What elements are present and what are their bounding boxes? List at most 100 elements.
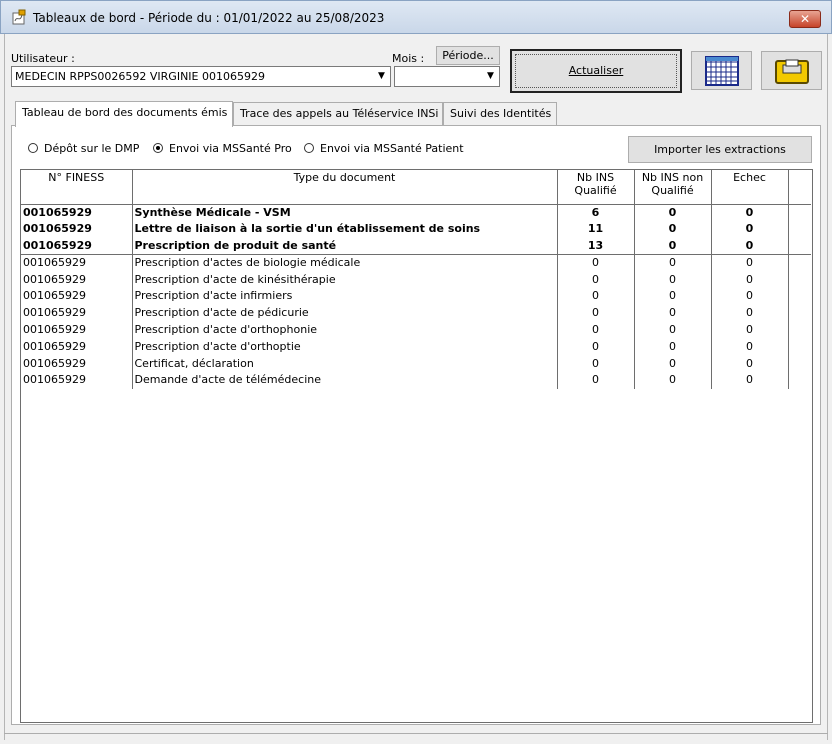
cell-echec: 0 xyxy=(711,271,789,288)
cell-echec: 0 xyxy=(711,304,789,322)
cell-ins-qualifie: 0 xyxy=(557,253,635,272)
cell-ins-qualifie: 6 xyxy=(557,204,635,221)
tab-documents-emis[interactable]: Tableau de bord des documents émis xyxy=(15,101,233,127)
cell-ins-non-qualifie: 0 xyxy=(634,204,712,221)
cell-finess: 001065929 xyxy=(21,287,133,305)
cell-filler xyxy=(788,288,811,305)
cell-ins-non-qualifie: 0 xyxy=(634,304,712,322)
cell-filler xyxy=(788,305,811,322)
cell-filler xyxy=(788,372,811,389)
radio-mssante-patient[interactable]: Envoi via MSSanté Patient xyxy=(304,142,464,155)
table-row[interactable]: 001065929 Prescription d'acte de pédicuri… xyxy=(21,304,811,322)
cell-ins-qualifie: 0 xyxy=(557,355,635,372)
table-row[interactable]: 001065929 Synthèse Médicale - VSM 6 0 0 xyxy=(21,204,811,221)
column-header-filler xyxy=(788,170,811,205)
cell-ins-non-qualifie: 0 xyxy=(634,371,712,389)
cell-document-type: Prescription d'acte infirmiers xyxy=(132,287,558,305)
table-row[interactable]: 001065929 Prescription d'acte infirmiers 0… xyxy=(21,287,811,305)
folder-button[interactable] xyxy=(761,51,822,90)
cell-echec: 0 xyxy=(711,287,789,305)
cell-ins-qualifie: 0 xyxy=(557,371,635,389)
radio-mssante-pro[interactable]: Envoi via MSSanté Pro xyxy=(153,142,292,155)
cell-echec: 0 xyxy=(711,371,789,389)
radio-label: Envoi via MSSanté Pro xyxy=(169,142,292,155)
radio-checked-icon xyxy=(153,143,163,153)
close-icon: ✕ xyxy=(799,12,811,26)
cell-ins-qualifie: 11 xyxy=(557,220,635,238)
cell-ins-qualifie: 0 xyxy=(557,321,635,339)
cell-echec: 0 xyxy=(711,355,789,372)
month-label: Mois : xyxy=(392,52,425,65)
cell-document-type: Prescription de produit de santé xyxy=(132,237,558,255)
column-header-type[interactable]: Type du document xyxy=(132,170,558,205)
cell-document-type: Prescription d'acte de pédicurie xyxy=(132,304,558,322)
tab-suivi-identites[interactable]: Suivi des Identités xyxy=(443,102,557,126)
window-title: Tableaux de bord - Période du : 01/01/20… xyxy=(33,11,385,25)
user-label: Utilisateur : xyxy=(11,52,75,65)
cell-finess: 001065929 xyxy=(21,204,133,221)
cell-ins-non-qualifie: 0 xyxy=(634,271,712,288)
column-header-finess[interactable]: N° FINESS xyxy=(21,170,133,205)
cell-document-type: Demande d'acte de télémédecine xyxy=(132,371,558,389)
period-button[interactable]: Période... xyxy=(436,46,500,65)
cell-finess: 001065929 xyxy=(21,321,133,339)
cell-echec: 0 xyxy=(711,338,789,356)
documents-table: N° FINESS Type du document Nb INS Qualif… xyxy=(20,169,813,723)
cell-ins-qualifie: 13 xyxy=(557,237,635,255)
cell-finess: 001065929 xyxy=(21,371,133,389)
table-row[interactable]: 001065929 Prescription de produit de sant… xyxy=(21,237,811,255)
column-header-ins-qualifie[interactable]: Nb INS Qualifié xyxy=(557,170,635,205)
title-bar: Tableaux de bord - Période du : 01/01/20… xyxy=(0,0,832,34)
table-header-row: N° FINESS Type du document Nb INS Qualif… xyxy=(21,170,811,205)
app-icon xyxy=(10,9,28,27)
cell-document-type: Synthèse Médicale - VSM xyxy=(132,204,558,221)
grid-view-button[interactable] xyxy=(691,51,752,90)
cell-finess: 001065929 xyxy=(21,220,133,238)
month-select[interactable]: ▼ xyxy=(394,66,500,87)
cell-finess: 001065929 xyxy=(21,338,133,356)
refresh-button-label: Actualiser xyxy=(568,64,624,77)
import-extractions-button[interactable]: Importer les extractions xyxy=(628,136,812,163)
tab-label: Tableau de bord des documents émis xyxy=(22,106,228,119)
cell-ins-qualifie: 0 xyxy=(557,271,635,288)
table-row[interactable]: 001065929 Prescription d'actes de biologi… xyxy=(21,253,811,272)
column-header-ins-non-qualifie[interactable]: Nb INS non Qualifié xyxy=(634,170,712,205)
cell-ins-non-qualifie: 0 xyxy=(634,355,712,372)
radio-depot-dmp[interactable]: Dépôt sur le DMP xyxy=(28,142,139,155)
table-row[interactable]: 001065929 Prescription d'acte de kinésith… xyxy=(21,271,811,288)
table-row[interactable]: 001065929 Prescription d'acte d'orthophon… xyxy=(21,321,811,339)
cell-echec: 0 xyxy=(711,253,789,272)
cell-echec: 0 xyxy=(711,237,789,255)
cell-document-type: Prescription d'acte d'orthophonie xyxy=(132,321,558,339)
column-header-echec[interactable]: Echec xyxy=(711,170,789,205)
cell-ins-non-qualifie: 0 xyxy=(634,253,712,272)
cell-filler xyxy=(788,338,811,355)
radio-icon xyxy=(304,143,314,153)
cell-echec: 0 xyxy=(711,204,789,221)
chevron-down-icon[interactable]: ▼ xyxy=(373,67,390,86)
radio-label: Envoi via MSSanté Patient xyxy=(320,142,464,155)
cell-document-type: Lettre de liaison à la sortie d'un établ… xyxy=(132,220,558,238)
cell-finess: 001065929 xyxy=(21,253,133,272)
user-select-value: MEDECIN RPPS0026592 VIRGINIE 001065929 xyxy=(15,70,265,83)
cell-document-type: Prescription d'acte d'orthoptie xyxy=(132,338,558,356)
user-select[interactable]: MEDECIN RPPS0026592 VIRGINIE 001065929 ▼ xyxy=(11,66,391,87)
table-row[interactable]: 001065929 Prescription d'acte d'orthoptie… xyxy=(21,338,811,356)
cell-finess: 001065929 xyxy=(21,237,133,255)
cell-document-type: Prescription d'acte de kinésithérapie xyxy=(132,271,558,288)
cell-filler xyxy=(788,271,811,288)
tab-label: Suivi des Identités xyxy=(450,107,552,120)
refresh-button[interactable]: Actualiser xyxy=(510,49,682,93)
table-row[interactable]: 001065929 Lettre de liaison à la sortie d… xyxy=(21,220,811,238)
cell-filler xyxy=(788,221,811,238)
cell-finess: 001065929 xyxy=(21,271,133,288)
chevron-down-icon[interactable]: ▼ xyxy=(482,67,499,86)
status-strip xyxy=(4,733,828,744)
table-row[interactable]: 001065929 Certificat, déclaration 0 0 0 xyxy=(21,355,811,372)
close-button[interactable]: ✕ xyxy=(789,10,821,28)
tab-panel-documents: Dépôt sur le DMP Envoi via MSSanté Pro E… xyxy=(11,125,821,725)
cell-document-type: Prescription d'actes de biologie médical… xyxy=(132,253,558,272)
tab-trace-insi[interactable]: Trace des appels au Téléservice INSi xyxy=(233,102,443,126)
cell-ins-qualifie: 0 xyxy=(557,287,635,305)
table-row[interactable]: 001065929 Demande d'acte de télémédecine 0… xyxy=(21,371,811,389)
